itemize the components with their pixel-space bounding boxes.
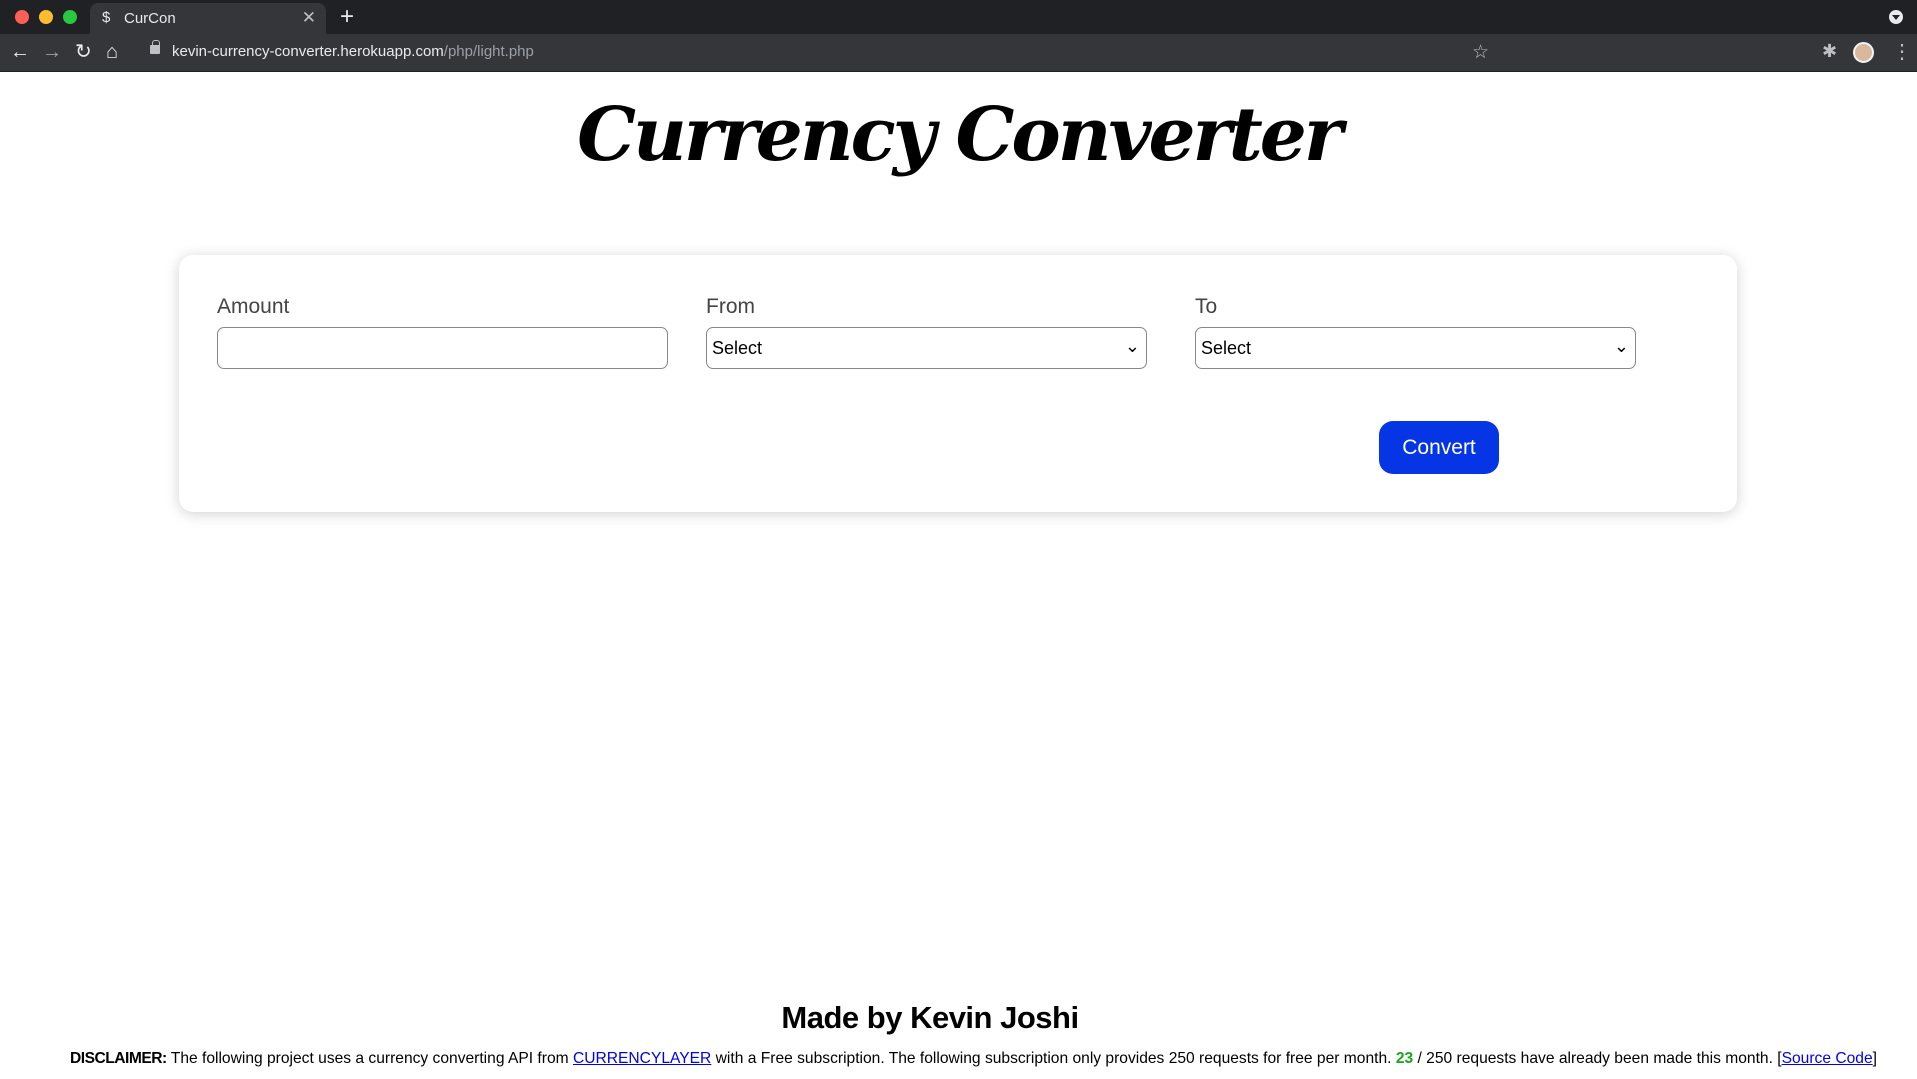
source-code-link[interactable]: Source Code [1782,1050,1873,1067]
bookmark-star-icon[interactable]: ☆ [1472,41,1489,64]
back-arrow-icon[interactable]: ← [10,41,30,63]
forward-arrow-icon[interactable]: → [42,41,62,63]
lock-icon[interactable] [150,40,160,54]
convert-button[interactable]: Convert [1379,421,1499,474]
chevron-down-icon: ⌄ [1124,336,1140,356]
maximize-window-button[interactable] [63,10,77,24]
profile-avatar[interactable] [1853,42,1874,63]
address-bar[interactable]: kevin-currency-converter.herokuapp.com/p… [172,43,534,60]
currencylayer-link[interactable]: CURRENCYLAYER [573,1050,711,1067]
requests-used-count: 23 [1395,1050,1414,1067]
browser-toolbar: ← → ↻ ⌂ kevin-currency-converter.herokua… [0,34,1917,72]
from-label: From [706,295,755,318]
url-path: /php/light.php [443,43,534,60]
to-label: To [1195,295,1218,318]
to-selected-value: Select [1201,338,1252,358]
new-tab-plus-icon[interactable]: + [340,4,354,30]
chevron-down-icon: ⌄ [1613,336,1629,356]
close-window-button[interactable] [15,10,29,24]
browser-menu-icon[interactable]: ⋮ [1892,39,1912,64]
reload-icon[interactable]: ↻ [75,41,92,63]
url-host: kevin-currency-converter.herokuapp.com [172,43,444,60]
minimize-window-button[interactable] [39,10,53,24]
amount-input[interactable] [217,327,668,369]
made-by-heading: Made by Kevin Joshi [781,1000,1079,1035]
amount-label: Amount [217,295,290,318]
disclaimer: DISCLAIMER: The following project uses a… [70,1050,1877,1068]
disclaimer-text-3: / 250 requests have already been made th… [1417,1050,1782,1067]
from-currency-select[interactable]: Select ⌄ [706,327,1147,369]
disclaimer-text-1: The following project uses a currency co… [170,1050,569,1067]
tab-close-icon[interactable]: ✕ [302,8,316,28]
extensions-puzzle-icon[interactable]: ✱ [1822,41,1837,62]
tab-search-icon[interactable] [1889,10,1903,24]
page-title: Currency Converter [577,92,1343,178]
tab-title: CurCon [124,10,176,27]
to-currency-select[interactable]: Select ⌄ [1195,327,1636,369]
page-body: Currency Converter Amount From Select ⌄ … [0,72,1917,1079]
browser-tab[interactable]: $ CurCon ✕ [90,3,326,34]
disclaimer-text-2: with a Free subscription. The following … [715,1050,1392,1067]
browser-tab-bar: $ CurCon ✕ + [0,0,1917,34]
disclaimer-text-4: ] [1872,1050,1877,1067]
home-icon[interactable]: ⌂ [106,41,118,63]
disclaimer-label: DISCLAIMER: [70,1050,167,1067]
from-selected-value: Select [712,338,763,358]
converter-card: Amount From Select ⌄ To Select ⌄ Convert [179,255,1737,512]
dollar-favicon-icon: $ [102,9,111,26]
